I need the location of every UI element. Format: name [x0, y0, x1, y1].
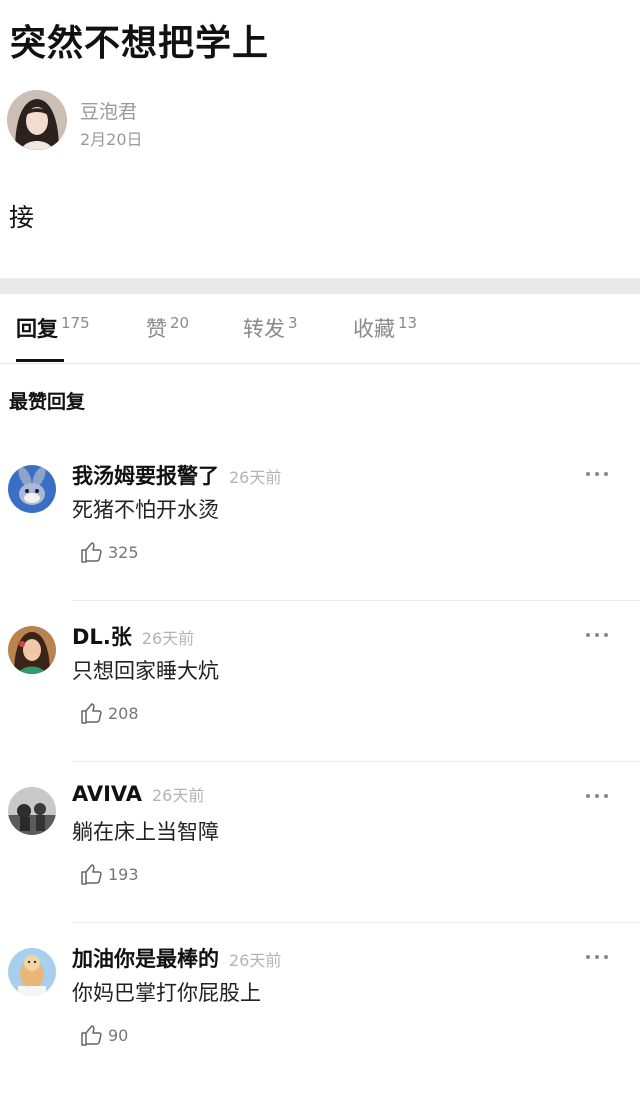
comment-time: 26天前	[151, 786, 205, 805]
tab-label: 回复	[16, 317, 58, 341]
like-count: 193	[108, 865, 139, 884]
thumb-up-icon	[81, 542, 102, 563]
active-tab-indicator	[16, 359, 64, 362]
thumb-up-icon	[81, 703, 102, 724]
section-title: 最赞回复	[9, 391, 86, 413]
divider	[72, 922, 640, 923]
comment-text: 躺在床上当智障	[72, 820, 219, 844]
tab-label: 收藏	[353, 317, 395, 341]
tab-label: 转发	[243, 317, 285, 341]
comment-author[interactable]: 加油你是最棒的 26天前	[72, 943, 281, 973]
comment-time: 26天前	[229, 468, 282, 487]
comment-author[interactable]: AVIVA 26天前	[72, 782, 204, 806]
avatar[interactable]	[8, 626, 56, 674]
more-dots-icon[interactable]	[584, 792, 610, 800]
more-dots-icon[interactable]	[584, 953, 610, 961]
divider	[72, 600, 640, 601]
thumb-up-icon	[81, 864, 102, 885]
tab-favorites[interactable]: 收藏 13	[353, 313, 417, 343]
comment-author[interactable]: 我汤姆要报警了 26天前	[72, 460, 281, 490]
section-divider	[0, 278, 640, 294]
comment-item: AVIVA 26天前 躺在床上当智障 193	[0, 782, 640, 942]
more-dots-icon[interactable]	[584, 631, 610, 639]
comment-text: 只想回家睡大炕	[72, 659, 219, 683]
comment-author[interactable]: DL.张 26天前	[72, 621, 194, 651]
post-body: 接	[9, 203, 35, 232]
post-title: 突然不想把学上	[10, 23, 270, 64]
comment-text: 死猪不怕开水烫	[72, 498, 219, 522]
tab-replies[interactable]: 回复 175	[16, 313, 90, 343]
comment-time: 26天前	[141, 629, 195, 648]
avatar[interactable]	[8, 787, 56, 835]
comment-item: DL.张 26天前 只想回家睡大炕 208	[0, 621, 640, 781]
comment-text: 你妈巴掌打你屁股上	[72, 981, 261, 1005]
divider	[72, 761, 640, 762]
tab-count: 175	[61, 314, 90, 332]
comment-item: 加油你是最棒的 26天前 你妈巴掌打你屁股上 90	[0, 943, 640, 1103]
like-count: 208	[108, 704, 139, 723]
more-dots-icon[interactable]	[584, 470, 610, 478]
avatar[interactable]	[8, 948, 56, 996]
tab-likes[interactable]: 赞 20	[146, 313, 189, 343]
like-count: 325	[108, 543, 139, 562]
tab-count: 3	[288, 314, 298, 332]
tab-count: 13	[398, 314, 418, 332]
tab-bar: 回复 175 赞 20 转发 3 收藏 13	[0, 295, 640, 364]
author-name[interactable]: 豆泡君	[80, 97, 137, 124]
tab-label: 赞	[146, 317, 167, 341]
tab-count: 20	[170, 314, 190, 332]
tab-reposts[interactable]: 转发 3	[243, 313, 298, 343]
avatar[interactable]	[8, 465, 56, 513]
comment-time: 26天前	[229, 951, 282, 970]
thumb-up-icon	[81, 1025, 102, 1046]
author-avatar[interactable]	[7, 90, 67, 150]
post-date: 2月20日	[80, 130, 143, 149]
comment-item: 我汤姆要报警了 26天前 死猪不怕开水烫 325	[0, 460, 640, 620]
